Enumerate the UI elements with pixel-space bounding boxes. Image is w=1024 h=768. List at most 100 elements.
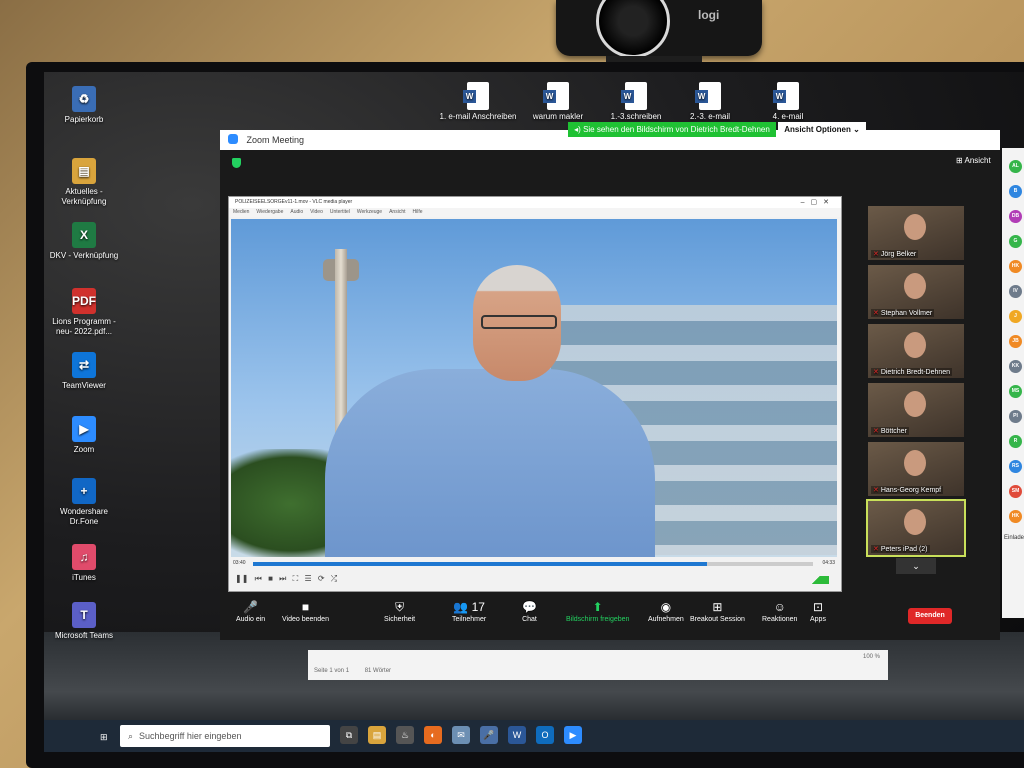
participant-avatar[interactable]: HK xyxy=(1009,260,1022,273)
stop-icon[interactable]: ■ xyxy=(268,574,273,583)
vlc-menu-item[interactable]: Werkzeuge xyxy=(357,209,382,215)
invite-button[interactable]: Einlade xyxy=(1004,535,1024,541)
desktop-icon-zoom-app[interactable]: ▶ Zoom xyxy=(46,416,122,455)
shuffle-icon[interactable]: ⤮ xyxy=(331,574,337,584)
desktop-icon-pdf-lions[interactable]: PDF Lions Programm -neu- 2022.pdf... xyxy=(46,288,122,337)
video-frame[interactable] xyxy=(231,219,837,557)
participant-avatar[interactable]: DB xyxy=(1009,210,1022,223)
desktop-doc-label: 2.-3. e-mail xyxy=(689,112,730,121)
taskbar-search[interactable]: ⌕ Suchbegriff hier eingeben xyxy=(120,725,330,747)
video-button[interactable]: ■ Video beenden xyxy=(282,600,329,623)
zoom-meeting-window: Zoom Meeting ◂) Sie sehen den Bildschirm… xyxy=(220,122,1000,640)
audio-button[interactable]: 🎤 Audio ein xyxy=(236,600,265,623)
share-notice: ◂) Sie sehen den Bildschirm von Dietrich… xyxy=(568,122,776,137)
vlc-menu-item[interactable]: Audio xyxy=(290,209,303,215)
vlc-menu-item[interactable]: Ansicht xyxy=(389,209,405,215)
security-icon: ⛨ xyxy=(395,600,405,614)
vlc-title: POLIZEISEELSORGEv11-1.mov - VLC media pl… xyxy=(235,199,353,205)
desktop-icon-recycle-bin[interactable]: ♻ Papierkorb xyxy=(46,86,122,125)
participant-avatar[interactable]: KK xyxy=(1009,360,1022,373)
mail-app-icon[interactable]: ✉ xyxy=(452,726,470,744)
participant-avatar[interactable]: J xyxy=(1009,310,1022,323)
end-meeting-button[interactable]: Beenden xyxy=(908,608,952,624)
participant-avatar[interactable]: G xyxy=(1009,235,1022,248)
participant-avatar[interactable]: SM xyxy=(1009,485,1022,498)
pdf-lions-icon: PDF xyxy=(72,288,96,314)
folder-aktuelles-icon: ▤ xyxy=(72,158,96,184)
participant-avatar[interactable]: PI xyxy=(1009,410,1022,423)
vlc-seek-bar[interactable]: 03:40 04:33 xyxy=(231,558,837,570)
vlc-menu-item[interactable]: Medien xyxy=(233,209,249,215)
file-explorer-icon[interactable]: ▤ xyxy=(368,726,386,744)
participant-tile[interactable]: ✕ Peters iPad (2) xyxy=(866,499,966,557)
microphone-app-icon[interactable]: 🎤 xyxy=(480,726,498,744)
loop-icon[interactable]: ⟳ xyxy=(318,574,325,583)
participant-avatar[interactable]: AL xyxy=(1009,160,1022,173)
apps-icon: ⊡ xyxy=(812,600,824,614)
zoom-toolbar: Beenden 🎤 Audio ein ■ Video beenden ⛨ Sicherh… xyxy=(220,596,1000,640)
record-button[interactable]: ◉ Aufnehmen xyxy=(648,600,684,623)
breakout-button[interactable]: ⊞ Breakout Session xyxy=(690,600,745,623)
next-icon[interactable]: ⏭ xyxy=(279,574,286,584)
vlc-menu-item[interactable]: Hilfe xyxy=(413,209,423,215)
gallery-scroll-down-icon[interactable]: ⌄ xyxy=(896,558,936,574)
view-button[interactable]: ⊞ Ansicht xyxy=(956,156,991,165)
participant-tile[interactable]: ✕ Stephan Vollmer xyxy=(868,265,964,319)
desktop-icon-drfone[interactable]: + Wondershare Dr.Fone xyxy=(46,478,122,527)
desktop-icon-teamviewer[interactable]: ⇄ TeamViewer xyxy=(46,352,122,391)
vlc-menu-item[interactable]: Untertitel xyxy=(330,209,350,215)
desktop-word-doc[interactable]: W 1.-3.schreiben xyxy=(596,82,676,122)
word-zoom-level[interactable]: 100 % xyxy=(863,654,880,660)
desktop-word-doc[interactable]: W 4. e-mail xyxy=(748,82,828,122)
encryption-shield-icon[interactable] xyxy=(232,158,241,168)
participant-avatar[interactable]: B xyxy=(1009,185,1022,198)
participant-tile[interactable]: ✕ Dietrich Bredt-Dehnen xyxy=(868,324,964,378)
word-taskbar-icon[interactable]: W xyxy=(508,726,526,744)
flame-app-icon[interactable]: ♨ xyxy=(396,726,414,744)
desktop-icon-excel-dkv[interactable]: X DKV - Verknüpfung xyxy=(46,222,122,261)
vlc-menu-item[interactable]: Video xyxy=(310,209,323,215)
security-button[interactable]: ⛨ Sicherheit xyxy=(384,600,415,623)
desktop-icon-folder-aktuelles[interactable]: ▤ Aktuelles - Verknüpfung xyxy=(46,158,122,207)
desktop-word-doc[interactable]: Wwarum makler xyxy=(518,82,598,122)
desktop-doc-label: warum makler xyxy=(532,112,584,121)
volume-slider[interactable] xyxy=(803,576,829,584)
participant-tile[interactable]: ✕ Böttcher xyxy=(868,383,964,437)
prev-icon[interactable]: ⏮ xyxy=(255,574,262,584)
windows-start-icon[interactable]: ⊞ xyxy=(100,732,108,743)
participant-name: ✕ Jörg Belker xyxy=(871,250,919,258)
vlc-window: POLIZEISEELSORGEv11-1.mov - VLC media pl… xyxy=(228,196,842,592)
playlist-icon[interactable]: ☰ xyxy=(304,574,311,583)
desktop-icon-itunes[interactable]: ♫ iTunes xyxy=(46,544,122,583)
word-doc-icon: W xyxy=(695,82,721,110)
participant-avatar[interactable]: HK xyxy=(1009,510,1022,523)
reactions-icon: ☺ xyxy=(773,600,786,614)
outlook-taskbar-icon[interactable]: O xyxy=(536,726,554,744)
share-screen-button[interactable]: ⬆ Bildschirm freigeben xyxy=(566,600,629,623)
view-options-button[interactable]: Ansicht Optionen ⌄ xyxy=(778,122,866,137)
fullscreen-icon[interactable]: ⛶ xyxy=(293,574,299,584)
zoom-taskbar-icon[interactable]: ▶ xyxy=(564,726,582,744)
participant-avatar[interactable]: JB xyxy=(1009,335,1022,348)
seek-track[interactable] xyxy=(253,562,813,566)
participant-avatar[interactable]: RS xyxy=(1009,460,1022,473)
zoom-app-icon: ▶ xyxy=(72,416,96,442)
desktop-word-doc[interactable]: W 1. e-mail Anschreiben xyxy=(438,82,518,122)
participant-avatar[interactable]: R xyxy=(1009,435,1022,448)
participant-avatar[interactable]: MS xyxy=(1009,385,1022,398)
pause-icon[interactable]: ❚❚ xyxy=(235,574,248,583)
reactions-button[interactable]: ☺ Reaktionen xyxy=(762,600,797,623)
chat-button[interactable]: 💬 Chat xyxy=(522,600,537,623)
vlc-menu-item[interactable]: Wiedergabe xyxy=(256,209,283,215)
task-view-icon[interactable]: ⧉ xyxy=(340,726,358,744)
participants-button[interactable]: 👥 17 Teilnehmer xyxy=(452,600,486,623)
apps-button[interactable]: ⊡ Apps xyxy=(810,600,826,623)
participant-tile[interactable]: ✕ Jörg Belker xyxy=(868,206,964,260)
participant-tile[interactable]: ✕ Hans-Georg Kempf xyxy=(868,442,964,496)
firefox-icon[interactable]: ◐ xyxy=(424,726,442,744)
breakout-icon: ⊞ xyxy=(712,600,723,614)
window-buttons[interactable]: –▢✕ xyxy=(801,197,835,208)
participant-avatar[interactable]: IV xyxy=(1009,285,1022,298)
desktop-word-doc[interactable]: W 2.-3. e-mail xyxy=(670,82,750,122)
desktop-icon-teams[interactable]: T Microsoft Teams xyxy=(46,602,122,641)
